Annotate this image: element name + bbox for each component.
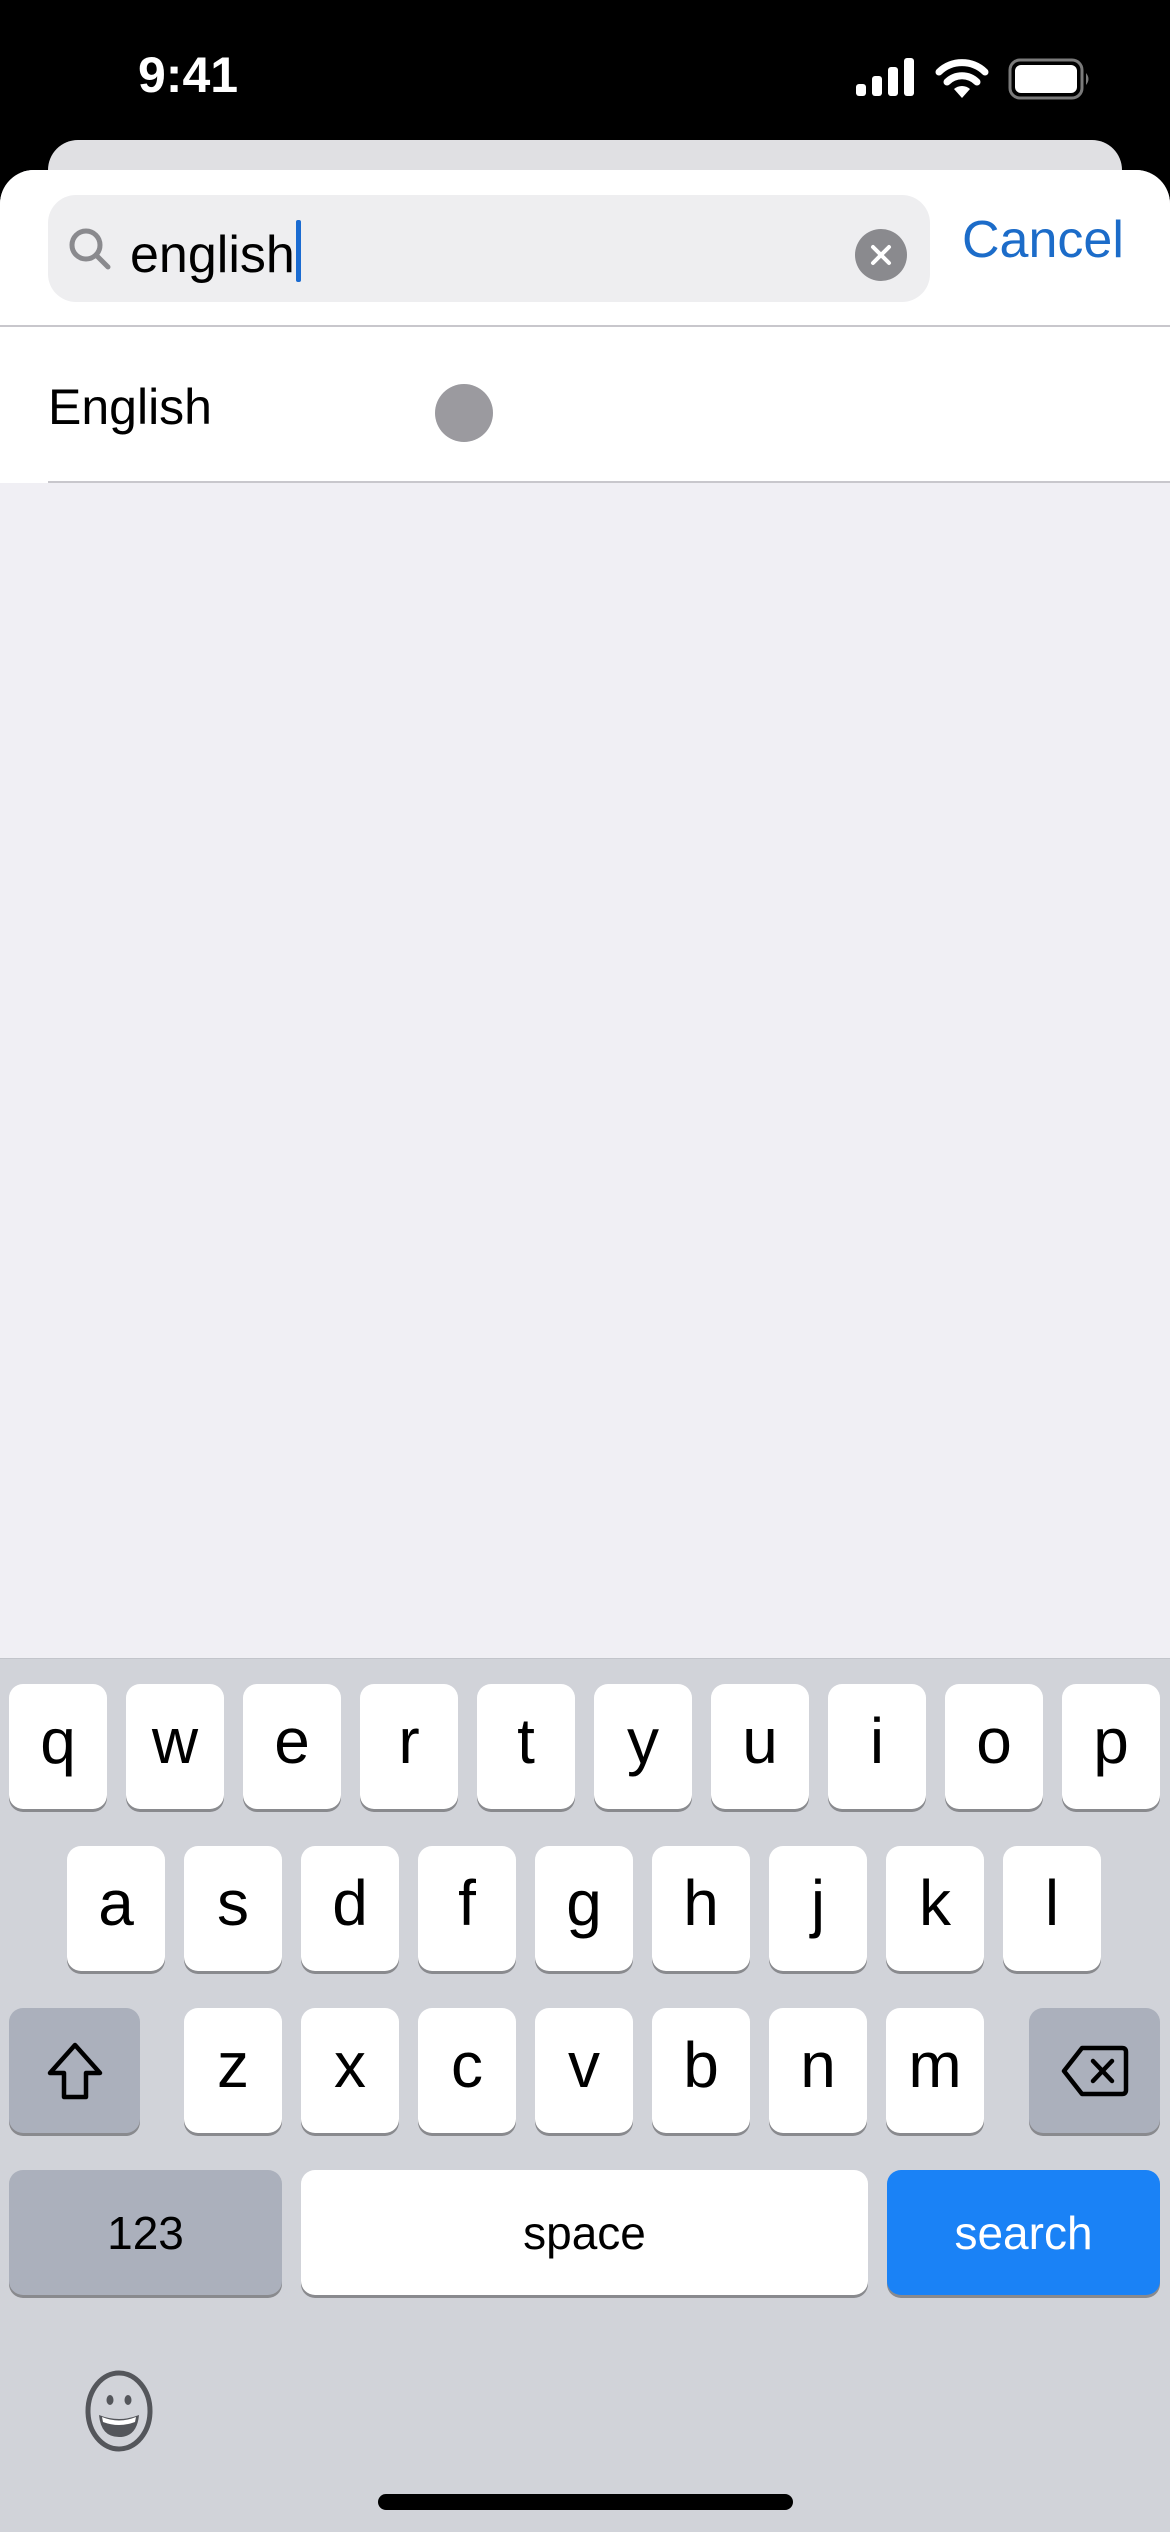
key-l[interactable]: l [1003,1846,1101,1971]
keyboard: q w e r t y u i o p a s d f g h j k l z … [0,1658,1170,2532]
search-header: english Cancel [0,170,1170,327]
status-time: 9:41 [138,47,239,103]
delete-key[interactable] [1029,2008,1160,2133]
clear-search-button[interactable] [855,229,907,281]
shift-key[interactable] [9,2008,140,2133]
search-results-list: English [0,327,1170,483]
key-i[interactable]: i [828,1684,926,1809]
key-y[interactable]: y [594,1684,692,1809]
search-key[interactable]: search [887,2170,1160,2295]
result-label: English [48,379,212,435]
text-cursor [295,220,301,282]
key-f[interactable]: f [418,1846,516,1971]
key-c[interactable]: c [418,2008,516,2133]
touch-indicator [435,384,493,442]
key-m[interactable]: m [886,2008,984,2133]
result-row-english[interactable]: English [0,327,1170,483]
key-b[interactable]: b [652,2008,750,2133]
key-w[interactable]: w [126,1684,224,1809]
key-o[interactable]: o [945,1684,1043,1809]
key-g[interactable]: g [535,1846,633,1971]
key-q[interactable]: q [9,1684,107,1809]
status-bar: 9:41 [0,0,1170,150]
key-x[interactable]: x [301,2008,399,2133]
clear-x-icon [871,245,891,265]
key-r[interactable]: r [360,1684,458,1809]
key-k[interactable]: k [886,1846,984,1971]
key-n[interactable]: n [769,2008,867,2133]
key-d[interactable]: d [301,1846,399,1971]
key-j[interactable]: j [769,1846,867,1971]
space-key[interactable]: space [301,2170,868,2295]
key-a[interactable]: a [67,1846,165,1971]
numbers-key[interactable]: 123 [9,2170,282,2295]
battery-icon [1008,58,1089,100]
key-s[interactable]: s [184,1846,282,1971]
cancel-button[interactable]: Cancel [962,210,1124,270]
home-indicator[interactable] [378,2494,793,2510]
key-h[interactable]: h [652,1846,750,1971]
search-input-value[interactable]: english [130,220,301,285]
search-input[interactable]: english [48,195,930,302]
key-e[interactable]: e [243,1684,341,1809]
emoji-smiley-icon[interactable] [84,2369,154,2453]
shift-arrow-icon [47,2042,102,2099]
magnifying-glass-icon [69,228,111,270]
cellular-signal-icon [856,58,914,96]
key-u[interactable]: u [711,1684,809,1809]
backspace-icon [1061,2045,1128,2096]
wifi-icon [935,59,989,98]
key-t[interactable]: t [477,1684,575,1809]
key-p[interactable]: p [1062,1684,1160,1809]
search-query-text: english [130,226,295,284]
key-v[interactable]: v [535,2008,633,2133]
key-z[interactable]: z [184,2008,282,2133]
